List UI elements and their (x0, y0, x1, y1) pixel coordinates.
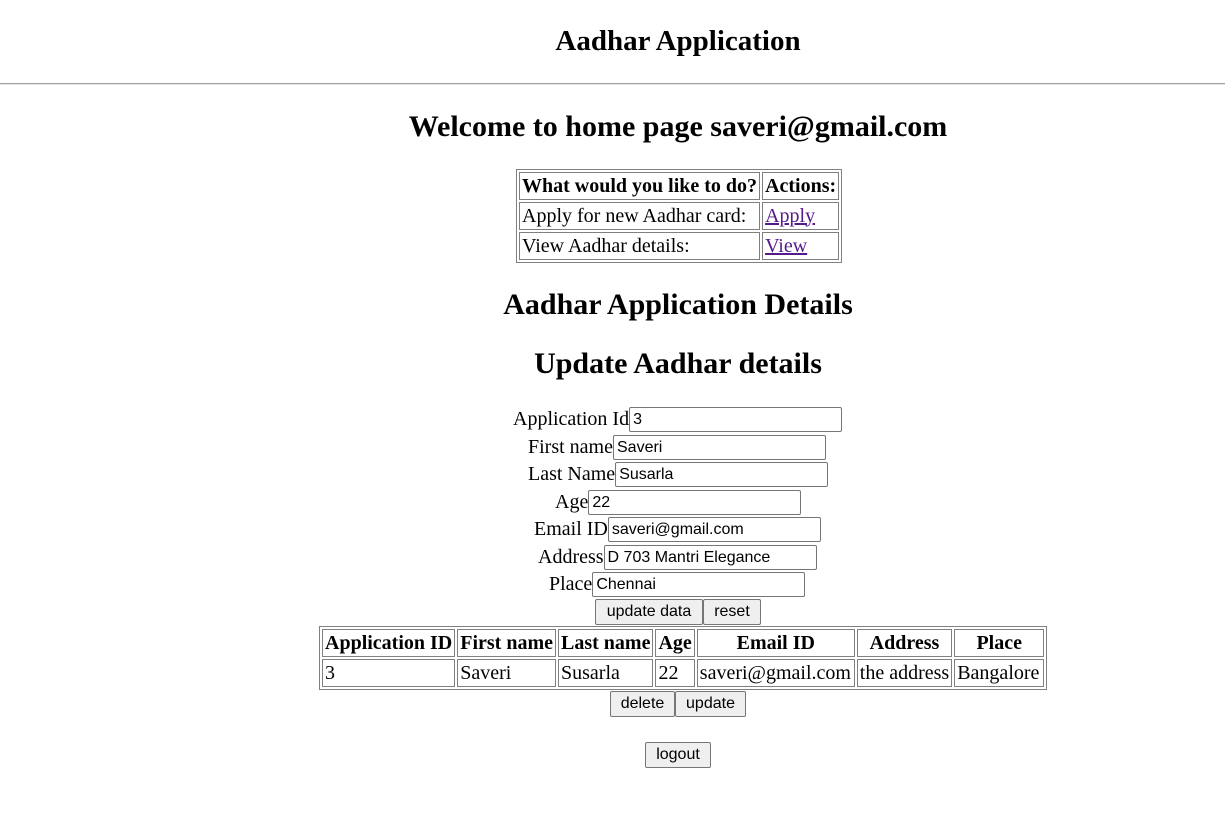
table-cell: Susarla (558, 659, 654, 687)
table-cell: the address (856, 659, 953, 687)
logout-button[interactable]: logout (645, 742, 711, 768)
table-header-row: What would you like to do? Actions: (519, 172, 840, 200)
application-id-input[interactable] (629, 407, 843, 432)
welcome-heading: Welcome to home page saveri@gmail.com (408, 110, 948, 143)
table-row: View Aadhar details: View (519, 232, 840, 260)
table-cell: saveri@gmail.com (696, 659, 855, 687)
column-header: Address (856, 629, 953, 657)
table-header-row: Application ID First name Last name Age … (322, 629, 1045, 657)
age-row: Age (555, 489, 802, 516)
column-header: Age (655, 629, 695, 657)
apply-link[interactable]: Apply (765, 205, 815, 227)
table-cell: Saveri (457, 659, 557, 687)
last-name-label: Last Name (528, 463, 616, 485)
last-name-input[interactable] (615, 462, 829, 487)
table-cell: Bangalore (954, 659, 1045, 687)
place-input[interactable] (592, 572, 806, 597)
address-label: Address (538, 546, 604, 568)
column-header: Last name (558, 629, 654, 657)
site-title: Aadhar Application (555, 25, 801, 57)
place-label: Place (549, 573, 593, 595)
records-table: Application ID First name Last name Age … (319, 626, 1048, 690)
column-header: Actions: (762, 172, 840, 200)
update-button[interactable]: update (675, 691, 746, 717)
action-label: View Aadhar details: (519, 232, 761, 260)
column-header: Place (954, 629, 1045, 657)
place-row: Place (549, 571, 806, 598)
action-cell: View (762, 232, 840, 260)
last-name-row: Last Name (528, 461, 829, 488)
first-name-row: First name (528, 434, 826, 461)
email-row: Email ID (534, 516, 821, 543)
actions-table: What would you like to do? Actions: Appl… (516, 169, 843, 263)
details-heading: Aadhar Application Details (503, 288, 853, 321)
header-divider (0, 83, 1225, 85)
table-cell: 22 (655, 659, 695, 687)
address-input[interactable] (603, 545, 817, 570)
action-label: Apply for new Aadhar card: (519, 202, 761, 230)
application-id-label: Application Id (513, 408, 630, 430)
address-row: Address (538, 544, 817, 571)
view-link[interactable]: View (765, 235, 807, 257)
update-data-button[interactable]: update data (595, 599, 703, 625)
action-cell: Apply (762, 202, 840, 230)
column-header: What would you like to do? (519, 172, 761, 200)
first-name-input[interactable] (613, 435, 826, 460)
column-header: Email ID (696, 629, 855, 657)
age-input[interactable] (588, 490, 802, 515)
email-input[interactable] (607, 517, 821, 542)
table-cell: 3 (322, 659, 456, 687)
column-header: Application ID (322, 629, 456, 657)
age-label: Age (555, 491, 589, 513)
first-name-label: First name (528, 436, 613, 458)
application-id-row: Application Id (513, 406, 843, 433)
reset-button[interactable]: reset (703, 599, 761, 625)
delete-button[interactable]: delete (610, 691, 675, 717)
table-row: Apply for new Aadhar card: Apply (519, 202, 840, 230)
table-row: 3 Saveri Susarla 22 saveri@gmail.com the… (322, 659, 1045, 687)
column-header: First name (457, 629, 557, 657)
email-label: Email ID (534, 518, 608, 540)
update-heading: Update Aadhar details (534, 347, 822, 380)
